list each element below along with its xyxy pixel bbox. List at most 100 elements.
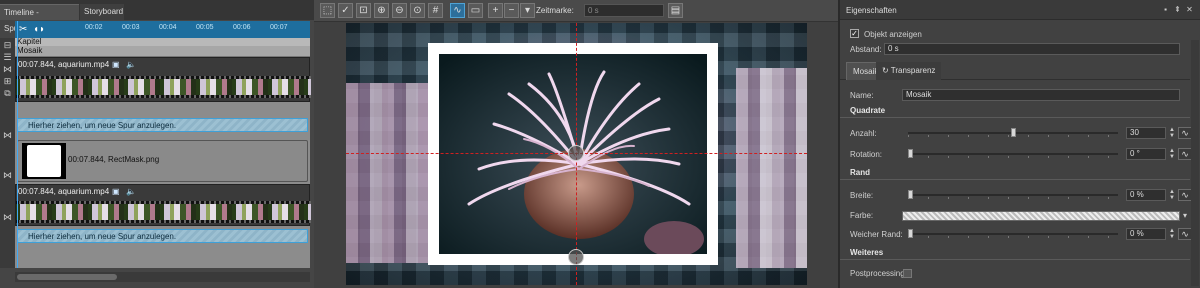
image-clip-rectmask[interactable]: 00:07.844, RectMask.png [17,140,308,182]
zoom-fit-icon[interactable]: ⊙ [410,3,425,18]
breite-row: Breite: 0 % ▲ ▼ ∿ [840,188,1192,204]
weicher-rand-spinner[interactable]: ▲ ▼ [1168,228,1176,240]
drop-zone-text: Hierher ziehen, um neue Spur anzulegen. [28,121,177,130]
timeline-track-area[interactable]: Kapitel Mosaik 00:07.844, aquarium.mp4 ▣… [15,37,311,268]
anzahl-input[interactable]: 30 [1126,127,1166,139]
chevron-down-icon[interactable]: ▾ [1183,211,1187,220]
audio-icon[interactable]: 🔈 [126,187,136,196]
ruler-tick: 00:06 [233,24,251,31]
anzahl-slider[interactable] [908,128,1118,137]
audio-icon[interactable]: 🔈 [126,60,136,69]
layers-icon[interactable]: ⧉ [2,88,13,98]
scrollbar-thumb[interactable] [17,274,117,280]
video-clip-aquarium-1[interactable]: 00:07.844, aquarium.mp4 ▣ 🔈 [15,57,311,102]
preview-canvas[interactable] [346,23,807,285]
abstand-label: Abstand: [850,45,882,54]
rotation-slider-knob[interactable] [908,149,913,158]
effect-tab-bar: Mosaik ↻ Transparenz [840,62,1190,80]
properties-scrollbar[interactable] [1191,40,1199,286]
track-settings-icon[interactable]: ☰ [2,52,13,62]
marker-icon[interactable]: ◖◗ [33,24,45,35]
new-track-drop-zone[interactable]: Hierher ziehen, um neue Spur anzulegen. [17,229,308,243]
farbe-color-picker[interactable] [902,211,1180,221]
rotation-spinner[interactable]: ▲ ▼ [1168,148,1176,160]
close-icon[interactable]: ✕ [1185,5,1194,14]
show-object-checkbox[interactable]: ✓ [850,29,859,38]
ruler-tick: 00:02 [85,24,103,31]
section-divider [840,259,1190,260]
collapse-track-icon[interactable]: ⋈ [2,130,13,140]
new-track-drop-zone[interactable]: Hierher ziehen, um neue Spur anzulegen. [17,118,308,132]
bottom-handle[interactable] [568,249,584,265]
path-icon[interactable]: ∿ [450,3,465,18]
anzahl-spinner[interactable]: ▲ ▼ [1168,127,1176,139]
farbe-row: Farbe: ▾ [840,208,1190,224]
rotation-label: Rotation: [850,150,883,159]
ruler-tick: 00:03 [122,24,140,31]
mosaik-effect-bar[interactable]: Mosaik [15,46,310,57]
clip-label: 00:07.844, aquarium.mp4 [18,187,110,196]
postprocessing-checkbox[interactable] [903,269,912,278]
weicher-rand-slider[interactable] [908,229,1118,238]
weicher-rand-curve-icon[interactable]: ∿ [1178,228,1192,240]
mosaic-pixelated-area [346,83,436,263]
settings-icon[interactable]: ▾ [520,3,535,18]
zoom-in-icon[interactable]: ⊕ [374,3,389,18]
breite-slider-knob[interactable] [908,190,913,199]
tab-timeline-spuransicht[interactable]: Timeline - Spuransicht [0,4,79,33]
link-icon[interactable]: ⋈ [2,64,13,74]
track-lock-icon[interactable]: ⊟ [2,40,13,50]
timeline-horizontal-scrollbar[interactable] [15,272,310,282]
ruler-tick: 00:07 [270,24,288,31]
timeline-ruler[interactable]: ✂ ◖◗ 00:02 00:03 00:04 00:05 00:06 00:07 [15,21,310,38]
save-icon[interactable]: ▤ [668,3,683,18]
anzahl-label: Anzahl: [850,129,877,138]
breite-slider[interactable] [908,190,1118,199]
rotation-curve-icon[interactable]: ∿ [1178,148,1192,160]
rotation-row: Rotation: 0 ° ▲ ▼ ∿ [840,147,1192,163]
pin-icon[interactable]: ⇞ [1173,5,1182,14]
weicher-rand-label: Weicher Rand: [850,230,903,239]
abstand-row: Abstand: 0 s [840,42,1190,58]
rotation-slider[interactable] [908,149,1118,158]
timecode-input[interactable]: 0 s [584,4,664,17]
group-icon[interactable]: ⊞ [2,76,13,86]
add-icon[interactable]: + [488,3,503,18]
zoom-out-icon[interactable]: ⊖ [392,3,407,18]
clip-label: 00:07.844, aquarium.mp4 [18,60,110,69]
properties-header: Eigenschaften ▪ ⇞ ✕ [840,0,1200,20]
clip-filmstrip [16,76,311,98]
name-label: Name: [850,91,874,100]
grid-icon[interactable]: # [428,3,443,18]
breite-spinner[interactable]: ▲ ▼ [1168,189,1176,201]
crop-icon[interactable]: ⊡ [356,3,371,18]
remove-icon[interactable]: − [504,3,519,18]
rotation-input[interactable]: 0 ° [1126,148,1166,160]
scissors-icon[interactable]: ✂ [19,24,27,35]
show-object-label: Objekt anzeigen [864,30,922,39]
anzahl-curve-icon[interactable]: ∿ [1178,127,1192,139]
check-icon[interactable]: ✓ [338,3,353,18]
abstand-input[interactable]: 0 s [884,43,1180,55]
section-divider [840,179,1190,180]
collapse-track-icon[interactable]: ⋈ [2,212,13,222]
chapter-track[interactable]: Kapitel [15,37,310,46]
breite-curve-icon[interactable]: ∿ [1178,189,1192,201]
tab-transparenz[interactable]: ↻ Transparenz [876,62,942,80]
weicher-rand-slider-knob[interactable] [908,229,913,238]
breite-input[interactable]: 0 % [1126,189,1166,201]
center-handle[interactable] [568,145,584,161]
anzahl-slider-knob[interactable] [1011,128,1016,137]
screen-icon[interactable]: ▭ [468,3,483,18]
pointer-icon[interactable]: ⬚ [320,3,335,18]
name-input[interactable]: Mosaik [902,89,1180,101]
menu-icon[interactable]: ▪ [1161,5,1170,14]
video-clip-aquarium-2[interactable]: 00:07.844, aquarium.mp4 ▣ 🔈 [15,184,311,226]
mosaik-effect-label: Mosaik [17,46,43,55]
section-rand: Rand [850,168,870,177]
playhead[interactable] [17,21,18,268]
weicher-rand-input[interactable]: 0 % [1126,228,1166,240]
tab-storyboard[interactable]: Storyboard [80,4,124,20]
collapse-track-icon[interactable]: ⋈ [2,170,13,180]
mosaic-pixelated-area [736,68,807,268]
